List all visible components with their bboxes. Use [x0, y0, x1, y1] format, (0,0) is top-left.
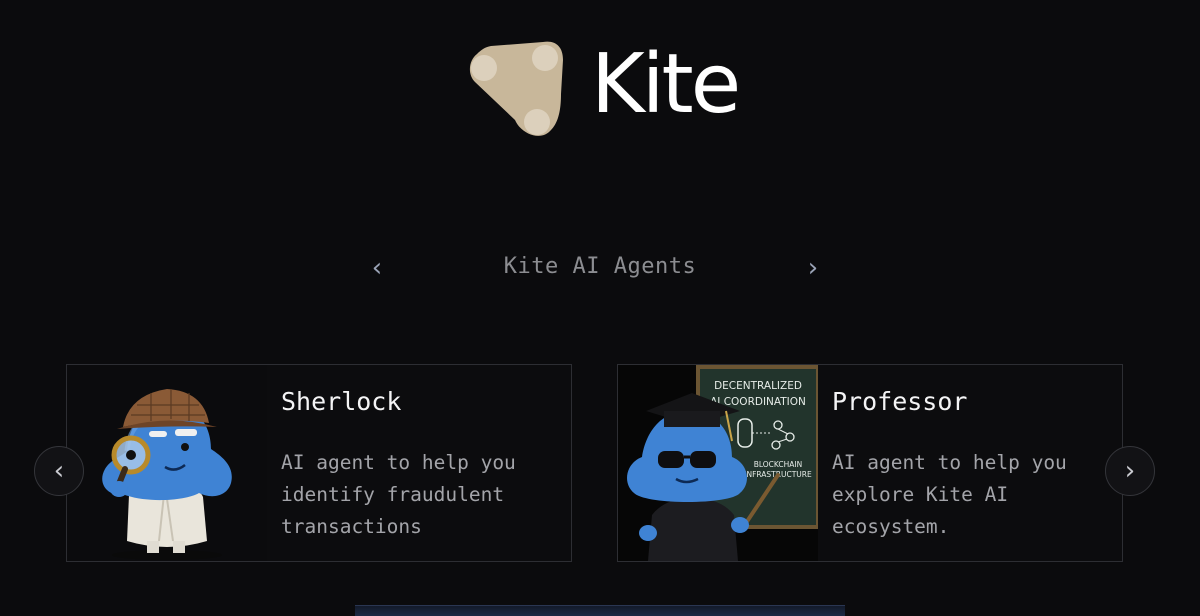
agent-description: AI agent to help you identify fraudulent… — [281, 451, 516, 538]
professor-mascot-illustration: DECENTRALIZED AI COORDINATION BLOCKCHAIN… — [618, 365, 820, 561]
agent-name: Professor — [832, 387, 968, 416]
chevron-left-icon: ‹ — [53, 456, 65, 486]
board-text-line-3: BLOCKCHAIN — [754, 460, 803, 469]
section-title: Kite AI Agents — [503, 254, 697, 279]
section-nav: ‹ Kite AI Agents › — [360, 250, 840, 286]
chevron-right-icon: › — [1124, 456, 1136, 486]
brand-name: Kite — [591, 37, 741, 132]
kite-logo-icon — [469, 41, 563, 136]
agent-card-sherlock[interactable]: Sherlock AI agent to help you identify f… — [66, 364, 572, 562]
chevron-right-icon[interactable]: › — [798, 250, 828, 286]
agent-description: AI agent to help you explore Kite AI eco… — [832, 451, 1067, 538]
brand: Kite — [463, 38, 741, 142]
sherlock-mascot-illustration — [67, 365, 267, 561]
agent-name: Sherlock — [281, 387, 402, 416]
carousel-next-button[interactable]: › — [1105, 446, 1155, 496]
bottom-glow-decoration — [355, 605, 845, 616]
agent-card-professor[interactable]: DECENTRALIZED AI COORDINATION BLOCKCHAIN… — [617, 364, 1123, 562]
carousel-prev-button[interactable]: ‹ — [34, 446, 84, 496]
board-text-line-1: DECENTRALIZED — [714, 380, 802, 392]
